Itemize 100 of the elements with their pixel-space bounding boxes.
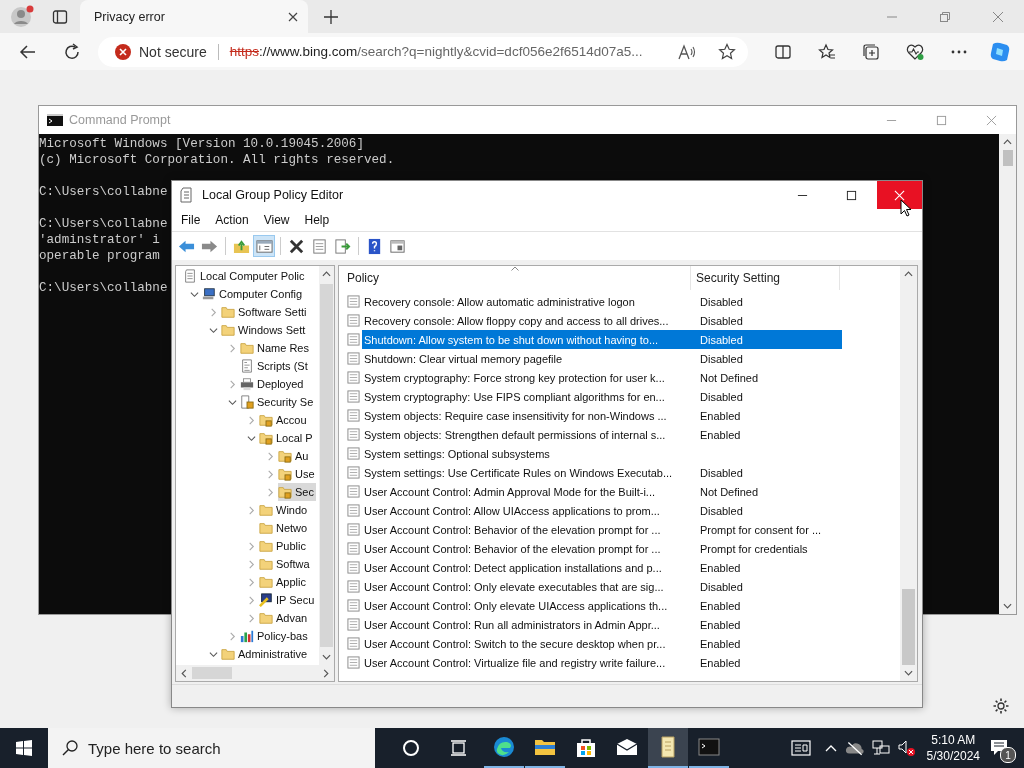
chevron-icon[interactable]: [228, 397, 237, 407]
table-row[interactable]: User Account Control: Behavior of the elevation prompt for ... Prompt for credentials: [362, 539, 842, 558]
address-bar[interactable]: Not secure https://www.bing.com/search?q=nightly&cvid=dcf056e2f6514d07a5...: [98, 36, 748, 67]
cloud-icon[interactable]: [844, 740, 865, 756]
column-header[interactable]: Policy: [339, 266, 691, 290]
table-row[interactable]: User Account Control: Run all administrators in Admin Appr... Enabled: [362, 615, 842, 634]
table-row[interactable]: Recovery console: Allow automatic administrative logon Disabled: [362, 292, 842, 311]
table-row[interactable]: Shutdown: Clear virtual memory pagefile Disabled: [362, 349, 842, 368]
network-icon[interactable]: [870, 740, 891, 756]
scroll-left-icon[interactable]: [181, 668, 187, 678]
chevron-icon[interactable]: [209, 649, 218, 659]
tree-item[interactable]: Au: [278, 447, 311, 465]
scroll-thumb[interactable]: [902, 589, 915, 665]
tree-item[interactable]: Sec: [278, 483, 316, 501]
clock-date[interactable]: 5/30/2024: [926, 748, 980, 764]
search-field[interactable]: Type here to search: [48, 728, 375, 768]
table-row[interactable]: User Account Control: Virtualize file and registry write failure... Enabled: [362, 653, 842, 672]
table-row[interactable]: User Account Control: Only elevate UIAccess applications th... Enabled: [362, 596, 842, 615]
clock-time[interactable]: 5:10 AM: [931, 732, 976, 748]
tree-item[interactable]: Computer Config: [202, 285, 305, 303]
back-icon[interactable]: [19, 42, 37, 61]
close-icon[interactable]: [288, 11, 298, 22]
scroll-up-icon[interactable]: [322, 271, 331, 277]
scroll-down-icon[interactable]: [1003, 603, 1012, 609]
settings-icon[interactable]: [992, 697, 1010, 715]
tree-item[interactable]: Administrative: [221, 645, 310, 663]
tree-item[interactable]: Local P: [259, 429, 315, 447]
table-row[interactable]: Recovery console: Allow floppy copy and access to all drives... Disabled: [362, 311, 842, 330]
table-row[interactable]: System objects: Require case insensitivity for non-Windows ... Enabled: [362, 406, 842, 425]
menu-item[interactable]: Action: [209, 213, 255, 227]
chevron-up-icon[interactable]: [824, 744, 837, 752]
security-label[interactable]: Not secure: [139, 43, 207, 60]
table-row[interactable]: System settings: Use Certificate Rules on Windows Executab... Disabled: [362, 463, 842, 482]
collections-icon[interactable]: [862, 42, 880, 61]
refresh-icon[interactable]: [63, 42, 81, 61]
close-button[interactable]: [877, 181, 922, 209]
maximize-icon[interactable]: [846, 189, 857, 201]
table-row[interactable]: User Account Control: Allow UIAccess applications to prom... Disabled: [362, 501, 842, 520]
profile-icon[interactable]: [10, 4, 34, 29]
task-view-icon[interactable]: [449, 738, 469, 758]
menu-item[interactable]: View: [257, 213, 296, 227]
tab-actions-icon[interactable]: [52, 8, 68, 25]
table-row[interactable]: System settings: Optional subsystems: [362, 444, 842, 463]
table-row[interactable]: System objects: Strengthen default permissions of internal s... Enabled: [362, 425, 842, 444]
scroll-down-icon[interactable]: [322, 654, 331, 660]
scroll-thumb[interactable]: [192, 667, 232, 679]
split-screen-icon[interactable]: [774, 42, 792, 61]
tree-item[interactable]: Netwo: [259, 519, 310, 537]
tree-item[interactable]: Public: [259, 537, 308, 555]
scroll-thumb[interactable]: [1002, 150, 1013, 166]
read-aloud-icon[interactable]: [678, 43, 696, 60]
tree-item[interactable]: Name Res: [240, 339, 311, 357]
heart-pulse-icon[interactable]: [906, 42, 924, 61]
chevron-icon[interactable]: [247, 433, 256, 443]
favorites-icon[interactable]: [818, 42, 836, 61]
tree-item[interactable]: Policy-bas: [240, 627, 310, 645]
table-row[interactable]: User Account Control: Only elevate executables that are sig... Disabled: [362, 577, 842, 596]
column-header[interactable]: Security Setting: [691, 266, 840, 290]
scroll-down-icon[interactable]: [904, 670, 913, 676]
scrollbar[interactable]: [900, 266, 917, 681]
tree-item[interactable]: Windows Sett: [221, 321, 308, 339]
scrollbar[interactable]: [319, 266, 334, 665]
address-url[interactable]: https://www.bing.com/search?q=nightly&cvid=dcf056e2f6514d07a5...: [229, 44, 643, 59]
scroll-up-icon[interactable]: [904, 271, 913, 277]
tree-item[interactable]: Applic: [259, 573, 308, 591]
tree-item[interactable]: Use: [278, 465, 317, 483]
cortana-icon[interactable]: [401, 738, 421, 758]
volume-muted-icon[interactable]: [896, 740, 917, 756]
chevron-icon[interactable]: [190, 289, 199, 299]
tree-item[interactable]: Scripts (St: [240, 357, 310, 375]
scroll-right-icon[interactable]: [323, 668, 329, 678]
tree-item[interactable]: Security Se: [240, 393, 316, 411]
table-row[interactable]: User Account Control: Switch to the secure desktop when pr... Enabled: [362, 634, 842, 653]
tree-item[interactable]: Advan: [259, 609, 310, 627]
new-tab-icon[interactable]: [324, 9, 338, 24]
restore-icon[interactable]: [939, 10, 951, 23]
table-row[interactable]: User Account Control: Detect application installations and p... Enabled: [362, 558, 842, 577]
menu-item[interactable]: File: [175, 213, 207, 227]
browser-tab[interactable]: Privacy error: [80, 0, 308, 33]
scroll-thumb[interactable]: [320, 284, 333, 647]
scroll-up-icon[interactable]: [1003, 139, 1012, 145]
table-row[interactable]: User Account Control: Behavior of the elevation prompt for ... Prompt for consent for ...: [362, 520, 842, 539]
star-icon[interactable]: [718, 42, 736, 61]
tree-item[interactable]: Softwa: [259, 555, 312, 573]
table-row[interactable]: User Account Control: Admin Approval Mode for the Built-i... Not Defined: [362, 482, 842, 501]
tree-item[interactable]: Deployed: [240, 375, 306, 393]
tree-toolbar-icon[interactable]: [253, 235, 275, 257]
tree-item[interactable]: Accou: [259, 411, 309, 429]
tree-item[interactable]: Software Setti: [221, 303, 309, 321]
document-app-icon[interactable]: [648, 728, 688, 768]
chevron-icon[interactable]: [209, 325, 218, 335]
scrollbar[interactable]: [999, 134, 1016, 614]
tree-item[interactable]: IP Secu: [259, 591, 317, 609]
tree-item[interactable]: Windo: [259, 501, 310, 519]
tree-item[interactable]: Local Computer Polic: [183, 267, 307, 285]
table-row[interactable]: Shutdown: Allow system to be shut down without having to... Disabled: [362, 330, 842, 349]
scrollbar[interactable]: [176, 665, 334, 681]
news-icon[interactable]: [790, 740, 811, 756]
table-row[interactable]: System cryptography: Force strong key protection for user k... Not Defined: [362, 368, 842, 387]
start-icon[interactable]: [16, 740, 32, 756]
